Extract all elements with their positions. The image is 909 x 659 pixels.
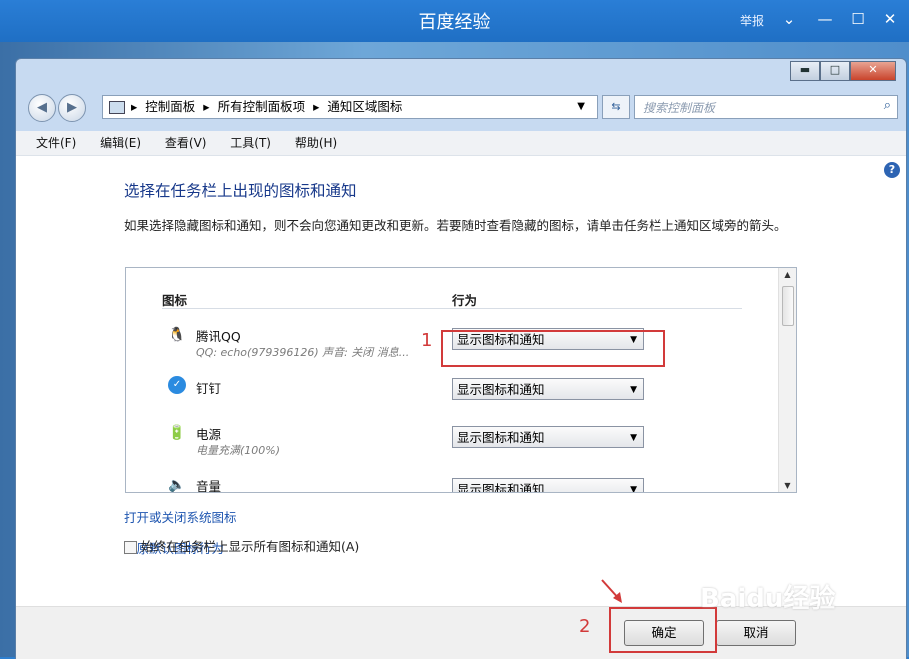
checkbox-box[interactable] <box>124 541 137 554</box>
item-name: 音量 <box>196 479 222 493</box>
search-icon[interactable]: ⌕ <box>884 98 891 113</box>
menu-file[interactable]: 文件(F) <box>36 131 76 155</box>
browser-title: 百度经验 <box>418 12 491 33</box>
scroll-down-icon[interactable]: ▼ <box>779 481 796 490</box>
select-value: 显示图标和通知 <box>457 382 545 397</box>
chevron-down-icon: ▼ <box>630 385 637 395</box>
item-name: 腾讯QQ <box>196 329 241 344</box>
breadcrumb-item[interactable]: 控制面板 <box>145 99 195 114</box>
scroll-thumb[interactable] <box>782 286 794 326</box>
chevron-down-icon: ▼ <box>630 485 637 493</box>
annotation-number-1: 1 <box>421 330 433 351</box>
address-bar[interactable]: ▸ 控制面板 ▸ 所有控制面板项 ▸ 通知区域图标 ▼ <box>102 95 598 119</box>
column-header-icon: 图标 <box>162 293 188 308</box>
page-title: 选择在任务栏上出现的图标和通知 <box>124 182 357 200</box>
search-placeholder: 搜索控制面板 <box>643 101 716 115</box>
close-icon[interactable]: ✕ <box>879 8 901 30</box>
window-minimize-button[interactable]: ▬ <box>790 61 820 81</box>
header-divider <box>162 308 742 309</box>
checkbox-label: 始终在任务栏上显示所有图标和通知(A) <box>141 539 360 554</box>
vertical-scrollbar[interactable]: ▲ ▼ <box>778 268 796 492</box>
window-caption-buttons: ▬ □ ✕ <box>790 61 896 83</box>
item-subtext: QQ: echo(979396126) 声音: 关闭 消息... <box>196 346 410 359</box>
toggle-system-icons-link[interactable]: 打开或关闭系统图标 <box>124 507 237 526</box>
menu-help[interactable]: 帮助(H) <box>295 131 337 155</box>
icon-list-panel: 图标 行为 🐧 腾讯QQ QQ: echo(979396126) 声音: 关闭 … <box>125 267 797 493</box>
cancel-button[interactable]: 取消 <box>716 620 796 646</box>
window-close-button[interactable]: ✕ <box>850 61 896 81</box>
list-item: 🔋 电源 电量充满(100%) 显示图标和通知 ▼ <box>162 422 762 466</box>
chevron-down-icon: ▼ <box>630 433 637 443</box>
menu-tools[interactable]: 工具(T) <box>230 131 271 155</box>
page-description: 如果选择隐藏图标和通知，则不会向您通知更改和更新。若要随时查看隐藏的图标，请单击… <box>124 218 787 233</box>
maximize-icon[interactable]: ☐ <box>847 8 869 30</box>
annotation-number-2: 2 <box>579 616 591 637</box>
item-subtext: 电量充满(100%) <box>196 444 281 457</box>
behavior-select[interactable]: 显示图标和通知 ▼ <box>452 378 644 400</box>
report-link[interactable]: 举报 <box>740 12 764 29</box>
back-button[interactable]: ◀ <box>28 94 56 122</box>
show-all-icons-checkbox[interactable]: 始终在任务栏上显示所有图标和通知(A) <box>124 536 359 555</box>
menu-edit[interactable]: 编辑(E) <box>100 131 141 155</box>
search-input[interactable]: 搜索控制面板 ⌕ <box>634 95 898 119</box>
minimize-icon[interactable]: — <box>814 8 836 30</box>
qq-penguin-icon: 🐧 <box>168 327 186 343</box>
item-name: 钉钉 <box>196 381 222 396</box>
window-maximize-button[interactable]: □ <box>820 61 850 81</box>
menu-bar: 文件(F) 编辑(E) 查看(V) 工具(T) 帮助(H) <box>16 131 906 156</box>
chevron-down-icon[interactable]: ⌄ <box>778 8 800 30</box>
dingtalk-icon: ✓ <box>168 376 186 394</box>
volume-icon: 🔈 <box>168 477 186 493</box>
list-item: 🔈 音量 显示图标和通知 ▼ <box>162 474 762 493</box>
computer-icon <box>109 101 125 114</box>
select-value: 显示图标和通知 <box>457 482 545 493</box>
address-row: ◀ ▶ ▸ 控制面板 ▸ 所有控制面板项 ▸ 通知区域图标 ▼ ⇆ 搜索控制面板 ⌕ <box>16 89 906 123</box>
annotation-highlight-1 <box>441 330 665 367</box>
column-header-behavior: 行为 <box>452 293 478 308</box>
list-item: ✓ 钉钉 显示图标和通知 ▼ <box>162 374 762 418</box>
item-name: 电源 <box>196 427 222 442</box>
select-value: 显示图标和通知 <box>457 430 545 445</box>
behavior-select[interactable]: 显示图标和通知 ▼ <box>452 478 644 493</box>
scroll-up-icon[interactable]: ▲ <box>779 270 796 279</box>
breadcrumb-item[interactable]: 通知区域图标 <box>327 99 402 114</box>
refresh-button[interactable]: ⇆ <box>602 95 630 119</box>
annotation-arrow-icon <box>601 579 622 603</box>
watermark: Baidu经验 <box>700 584 836 614</box>
forward-button[interactable]: ▶ <box>58 94 86 122</box>
help-icon[interactable]: ? <box>884 162 900 178</box>
breadcrumb-item[interactable]: 所有控制面板项 <box>218 99 306 114</box>
address-dropdown-icon[interactable]: ▼ <box>577 96 585 118</box>
browser-title-bar: 百度经验 举报 ⌄ — ☐ ✕ <box>0 0 909 42</box>
behavior-select[interactable]: 显示图标和通知 ▼ <box>452 426 644 448</box>
power-icon: 🔋 <box>168 425 186 441</box>
menu-view[interactable]: 查看(V) <box>165 131 207 155</box>
